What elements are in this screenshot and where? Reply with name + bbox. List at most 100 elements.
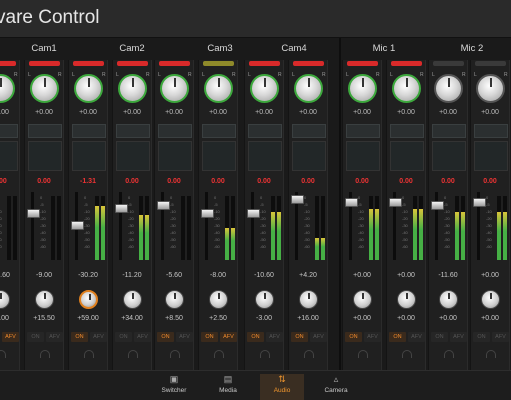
afv-button[interactable]: AFV bbox=[408, 332, 425, 342]
fader-handle[interactable] bbox=[201, 209, 214, 218]
afv-button[interactable]: AFV bbox=[176, 332, 193, 342]
on-button[interactable]: ON bbox=[389, 332, 406, 342]
input-trim-knob[interactable] bbox=[0, 74, 15, 103]
headphones-icon[interactable] bbox=[304, 350, 314, 358]
dynamics-button[interactable] bbox=[202, 124, 236, 138]
tab-switcher[interactable]: ▣ Switcher bbox=[152, 374, 196, 400]
dynamics-button[interactable] bbox=[0, 124, 18, 138]
eq-graph-button[interactable] bbox=[248, 141, 282, 171]
afv-button[interactable]: AFV bbox=[266, 332, 283, 342]
eq-graph-button[interactable] bbox=[346, 141, 380, 171]
headphones-icon[interactable] bbox=[0, 350, 6, 358]
headphones-icon[interactable] bbox=[170, 350, 180, 358]
balance-knob[interactable] bbox=[353, 290, 372, 309]
afv-button[interactable]: AFV bbox=[310, 332, 327, 342]
afv-button[interactable]: AFV bbox=[364, 332, 381, 342]
eq-graph-button[interactable] bbox=[202, 141, 236, 171]
tab-media[interactable]: ▤ Media bbox=[206, 374, 250, 400]
on-button[interactable]: ON bbox=[473, 332, 490, 342]
eq-graph-button[interactable] bbox=[116, 141, 150, 171]
afv-button[interactable]: AFV bbox=[450, 332, 467, 342]
dynamics-button[interactable] bbox=[158, 124, 192, 138]
on-button[interactable]: ON bbox=[247, 332, 264, 342]
afv-button[interactable]: AFV bbox=[46, 332, 63, 342]
dynamics-button[interactable] bbox=[28, 124, 62, 138]
fader-handle[interactable] bbox=[247, 209, 260, 218]
afv-button[interactable]: AFV bbox=[220, 332, 237, 342]
input-trim-knob[interactable] bbox=[250, 74, 279, 103]
dynamics-button[interactable] bbox=[474, 124, 508, 138]
eq-graph-button[interactable] bbox=[474, 141, 508, 171]
dynamics-button[interactable] bbox=[292, 124, 326, 138]
headphones-icon[interactable] bbox=[260, 350, 270, 358]
fader-handle[interactable] bbox=[291, 195, 304, 204]
headphones-icon[interactable] bbox=[358, 350, 368, 358]
input-trim-knob[interactable] bbox=[74, 74, 103, 103]
eq-graph-button[interactable] bbox=[0, 141, 18, 171]
balance-knob[interactable] bbox=[397, 290, 416, 309]
headphones-icon[interactable] bbox=[402, 350, 412, 358]
headphones-icon[interactable] bbox=[40, 350, 50, 358]
balance-knob[interactable] bbox=[481, 290, 500, 309]
tab-camera[interactable]: ▵ Camera bbox=[314, 374, 358, 400]
eq-graph-button[interactable] bbox=[28, 141, 62, 171]
on-button[interactable]: ON bbox=[71, 332, 88, 342]
fader-handle[interactable] bbox=[431, 201, 444, 210]
fader-handle[interactable] bbox=[345, 198, 358, 207]
balance-knob[interactable] bbox=[255, 290, 274, 309]
on-button[interactable]: ON bbox=[27, 332, 44, 342]
fader-handle[interactable] bbox=[473, 198, 486, 207]
on-button[interactable]: ON bbox=[157, 332, 174, 342]
input-trim-knob[interactable] bbox=[204, 74, 233, 103]
afv-button[interactable]: AFV bbox=[90, 332, 107, 342]
balance-knob[interactable] bbox=[0, 290, 10, 309]
fader-handle[interactable] bbox=[115, 204, 128, 213]
on-button[interactable]: ON bbox=[201, 332, 218, 342]
input-trim-knob[interactable] bbox=[160, 74, 189, 103]
balance-knob[interactable] bbox=[123, 290, 142, 309]
fader-handle[interactable] bbox=[71, 221, 84, 230]
dynamics-button[interactable] bbox=[248, 124, 282, 138]
meter-scale: 0-5-10-20-30-40-50-60 bbox=[486, 195, 492, 249]
input-trim-knob[interactable] bbox=[118, 74, 147, 103]
tab-audio[interactable]: ⇅ Audio bbox=[260, 374, 304, 400]
balance-knob[interactable] bbox=[165, 290, 184, 309]
balance-knob[interactable] bbox=[299, 290, 318, 309]
on-button[interactable]: ON bbox=[291, 332, 308, 342]
input-trim-knob[interactable] bbox=[476, 74, 505, 103]
fader-handle[interactable] bbox=[157, 201, 170, 210]
eq-graph-button[interactable] bbox=[292, 141, 326, 171]
afv-button[interactable]: AFV bbox=[492, 332, 509, 342]
dynamics-button[interactable] bbox=[72, 124, 106, 138]
eq-graph-button[interactable] bbox=[432, 141, 466, 171]
dynamics-button[interactable] bbox=[346, 124, 380, 138]
balance-knob[interactable] bbox=[439, 290, 458, 309]
headphones-icon[interactable] bbox=[84, 350, 94, 358]
eq-graph-button[interactable] bbox=[72, 141, 106, 171]
afv-button[interactable]: AFV bbox=[134, 332, 151, 342]
balance-knob[interactable] bbox=[209, 290, 228, 309]
dynamics-button[interactable] bbox=[432, 124, 466, 138]
headphones-icon[interactable] bbox=[214, 350, 224, 358]
on-button[interactable]: ON bbox=[115, 332, 132, 342]
on-button[interactable]: ON bbox=[431, 332, 448, 342]
on-button[interactable]: ON bbox=[345, 332, 362, 342]
eq-graph-button[interactable] bbox=[158, 141, 192, 171]
eq-graph-button[interactable] bbox=[390, 141, 424, 171]
fader-handle[interactable] bbox=[389, 198, 402, 207]
dynamics-button[interactable] bbox=[116, 124, 150, 138]
headphones-icon[interactable] bbox=[444, 350, 454, 358]
fader-handle[interactable] bbox=[27, 209, 40, 218]
input-trim-knob[interactable] bbox=[392, 74, 421, 103]
afv-button[interactable]: AFV bbox=[2, 332, 19, 342]
input-trim-knob[interactable] bbox=[348, 74, 377, 103]
input-trim-knob[interactable] bbox=[434, 74, 463, 103]
balance-knob[interactable] bbox=[79, 290, 98, 309]
input-trim-knob[interactable] bbox=[30, 74, 59, 103]
meter-scale: 0-5-10-20-30-40-50-60 bbox=[260, 195, 266, 249]
headphones-icon[interactable] bbox=[128, 350, 138, 358]
dynamics-button[interactable] bbox=[390, 124, 424, 138]
headphones-icon[interactable] bbox=[486, 350, 496, 358]
input-trim-knob[interactable] bbox=[294, 74, 323, 103]
balance-knob[interactable] bbox=[35, 290, 54, 309]
